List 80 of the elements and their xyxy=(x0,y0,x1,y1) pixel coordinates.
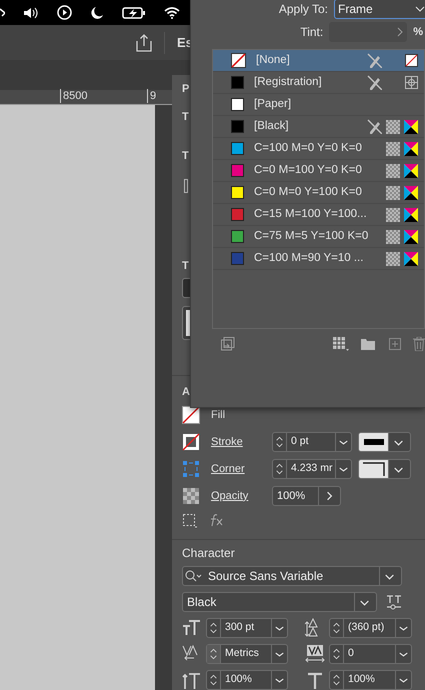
swatch-row[interactable]: C=0 M=0 Y=100 K=0 xyxy=(213,182,424,204)
corner-shape-dropdown[interactable] xyxy=(358,459,411,479)
swatch-row[interactable]: C=75 M=5 Y=100 K=0 xyxy=(213,226,424,248)
stroke-type-dropdown[interactable] xyxy=(358,432,411,452)
row-label[interactable]: Opacity xyxy=(211,488,272,504)
swatch-row[interactable]: C=100 M=0 Y=0 K=0 xyxy=(213,138,424,160)
tracking-icon xyxy=(305,644,325,664)
tint-pattern-icon xyxy=(386,142,400,156)
stroke-weight-field[interactable]: 0 pt xyxy=(272,432,352,452)
tint-pattern-icon xyxy=(386,186,400,200)
fill-swatch-icon[interactable] xyxy=(182,406,200,424)
swatch-row[interactable]: C=100 M=90 Y=10 ... xyxy=(213,248,424,270)
volume-icon xyxy=(23,6,39,20)
unit-label: % xyxy=(413,24,423,40)
cmyk-icon xyxy=(404,252,418,266)
horizontal-scale-icon xyxy=(305,670,325,690)
character-field[interactable]: 0 xyxy=(329,644,412,664)
character-field[interactable]: Metrics xyxy=(206,644,288,664)
wifi-icon xyxy=(164,6,180,19)
row-label[interactable]: Corner xyxy=(211,460,272,478)
cmyk-icon xyxy=(404,142,418,156)
panel-label: T xyxy=(182,258,190,274)
tint-pattern-icon xyxy=(386,208,400,222)
character-field[interactable]: 300 pt xyxy=(206,618,288,638)
panel-label: P xyxy=(182,82,190,97)
cmyk-icon xyxy=(404,120,418,134)
moon-icon xyxy=(90,6,104,20)
cmyk-icon xyxy=(404,164,418,178)
section-title: A xyxy=(182,386,190,399)
cmyk-icon xyxy=(404,208,418,222)
place-icon[interactable] xyxy=(221,337,235,351)
battery-icon xyxy=(122,6,146,18)
cmyk-icon xyxy=(404,186,418,200)
stroke-swatch-icon[interactable] xyxy=(182,433,200,451)
apply-to-dropdown[interactable]: Frame xyxy=(334,0,425,19)
swatch-row[interactable]: C=15 M=100 Y=100... xyxy=(213,204,424,226)
panel-label: T xyxy=(182,110,190,124)
selection-icon[interactable] xyxy=(182,513,198,529)
tint-pattern-icon xyxy=(386,120,400,134)
swatch-row[interactable]: C=0 M=100 Y=0 K=0 xyxy=(213,160,424,182)
opacity-field[interactable]: 100% xyxy=(272,486,341,506)
row-label[interactable]: Stroke xyxy=(211,434,272,450)
stepper-icon[interactable] xyxy=(207,645,221,663)
stroke-sample xyxy=(364,439,384,445)
tint-pattern-icon xyxy=(386,164,400,178)
new-swatch-icon[interactable] xyxy=(388,338,401,350)
character-field[interactable]: (360 pt) xyxy=(329,618,412,638)
swatch-row[interactable]: [Paper] xyxy=(213,94,424,116)
section-title: Character xyxy=(182,546,236,560)
field-label: Tint: xyxy=(300,24,324,41)
ruler-label: 8500 xyxy=(60,89,88,103)
swatch-row[interactable]: [Registration] xyxy=(213,72,424,94)
tint-pattern-icon xyxy=(386,252,400,266)
font-family-dropdown[interactable]: Source Sans Variable xyxy=(182,566,402,586)
character-field[interactable]: 100% xyxy=(329,670,412,690)
none-swatch-icon xyxy=(231,53,246,68)
swatch-row[interactable]: [Black] xyxy=(213,116,424,138)
corner-shape-icon xyxy=(362,462,386,476)
corner-size-field[interactable]: 4.233 mr xyxy=(272,459,352,479)
field-label: Apply To: xyxy=(278,1,328,18)
font-style-dropdown[interactable]: Black xyxy=(182,592,377,612)
font-size-icon xyxy=(182,618,202,638)
row-label: Fill xyxy=(211,408,226,423)
share-icon[interactable] xyxy=(136,34,152,52)
character-field[interactable]: 100% xyxy=(206,670,288,690)
ruler-label: 9 xyxy=(147,89,156,103)
vertical-scale-icon xyxy=(182,670,202,690)
panel-label: T xyxy=(182,149,190,164)
grid-view-icon[interactable] xyxy=(332,337,349,351)
play-icon xyxy=(57,5,72,20)
folder-icon[interactable] xyxy=(361,338,376,350)
registration-icon xyxy=(405,76,418,89)
opacity-icon[interactable] xyxy=(182,487,200,505)
tint-pattern-icon xyxy=(386,230,400,244)
tint-field[interactable] xyxy=(329,22,408,42)
align-control[interactable] xyxy=(184,178,188,192)
swatch-row[interactable]: [None] xyxy=(213,50,424,72)
text-options-icon[interactable] xyxy=(386,594,402,610)
cmyk-icon xyxy=(404,230,418,244)
none-mode-icon xyxy=(405,54,418,67)
